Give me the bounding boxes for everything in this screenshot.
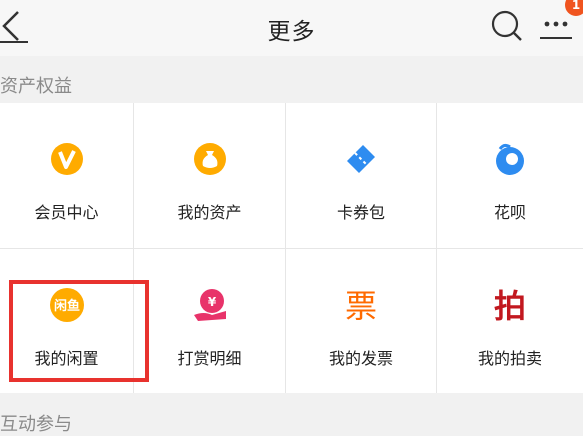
grid-item-label: 我的拍卖 — [477, 349, 542, 368]
grid-item-vip-center[interactable]: 会员中心 — [0, 103, 133, 247]
huabei-icon — [496, 143, 524, 175]
grid-item-label: 我的资产 — [177, 203, 242, 222]
grid-item-huabei[interactable]: 花呗 — [437, 103, 583, 247]
invoice-piao-icon: 票 — [345, 287, 377, 325]
search-icon[interactable] — [490, 8, 524, 42]
grid-item-label: 花呗 — [493, 203, 526, 222]
grid-item-reward-details[interactable]: ¥ 打赏明细 — [134, 249, 285, 393]
svg-text:票: 票 — [345, 287, 377, 325]
section-title-interaction: 互动参与 — [0, 414, 72, 435]
svg-text:拍: 拍 — [494, 287, 526, 325]
grid-item-label: 打赏明细 — [177, 349, 242, 368]
vip-v-icon — [50, 143, 83, 175]
grid-item-my-invoice[interactable]: 票 我的发票 — [286, 249, 436, 393]
svg-text:¥: ¥ — [207, 295, 216, 309]
grid-item-coupon-pack[interactable]: 卡券包 — [286, 103, 436, 247]
reward-hand-icon: ¥ — [193, 289, 226, 321]
money-bag-icon — [193, 143, 226, 175]
grid-item-label: 我的发票 — [328, 349, 393, 368]
ticket-icon — [347, 145, 375, 173]
grid-item-label: 会员中心 — [34, 203, 99, 222]
highlight-box — [9, 280, 149, 382]
nav-bar: 更多 1 — [0, 0, 583, 56]
grid-item-my-assets[interactable]: 我的资产 — [134, 103, 285, 247]
grid-item-label: 卡券包 — [336, 203, 385, 222]
grid-item-my-auction[interactable]: 拍 我的拍卖 — [437, 249, 583, 393]
auction-pai-icon: 拍 — [494, 287, 526, 325]
section-title-assets: 资产权益 — [0, 76, 72, 97]
